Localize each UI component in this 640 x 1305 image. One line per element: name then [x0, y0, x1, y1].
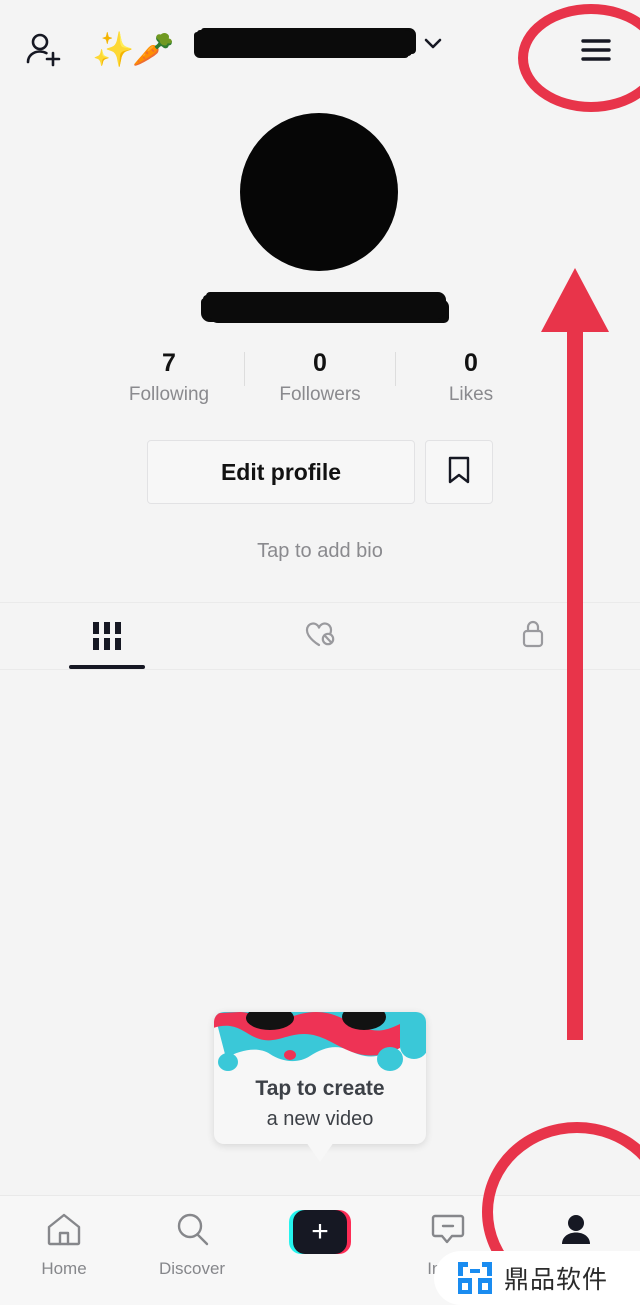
watermark-text: 鼎品软件: [504, 1266, 609, 1294]
tab-active-underline: [68, 665, 145, 669]
create-core: +: [293, 1210, 347, 1254]
avatar[interactable]: [240, 113, 398, 271]
header-right-group: [574, 28, 618, 72]
stat-following[interactable]: 7 Following: [94, 348, 244, 410]
heart-slash-icon: [303, 618, 337, 655]
app-header: ✨🥕: [0, 0, 640, 96]
username-redacted: [196, 30, 412, 56]
bio-placeholder[interactable]: Tap to add bio: [0, 540, 640, 563]
stat-value: 7: [162, 349, 176, 377]
dingpin-logo-icon: [456, 1259, 494, 1297]
stat-label: Followers: [279, 384, 361, 405]
lock-icon: [519, 618, 547, 655]
stat-label: Likes: [448, 384, 494, 405]
person-icon: [556, 1210, 596, 1253]
grid-icon: [92, 622, 121, 650]
search-icon: [172, 1210, 212, 1253]
stat-followers[interactable]: 0 Followers: [245, 348, 395, 410]
profile-stats: 7 Following 0 Followers 0 Likes: [0, 348, 640, 410]
edit-profile-button[interactable]: Edit profile: [147, 440, 415, 504]
tooltip-line2: a new video: [266, 1108, 374, 1130]
create-plus-button[interactable]: +: [289, 1210, 351, 1254]
profile-handle-redacted: [203, 295, 443, 319]
tooltip-line1: Tap to create: [255, 1077, 385, 1100]
header-username-group[interactable]: [0, 30, 640, 56]
tab-private[interactable]: [427, 603, 640, 669]
stat-likes[interactable]: 0 Likes: [396, 348, 546, 410]
nav-item-create[interactable]: +: [256, 1210, 384, 1260]
nav-item-home[interactable]: Home: [0, 1210, 128, 1279]
tooltip-pointer: [306, 1142, 334, 1162]
arrow-up-head: [541, 268, 609, 332]
phone-screen: ✨🥕 7 Following 0 Followers 0 Likes Edit …: [0, 0, 640, 1305]
nav-item-discover[interactable]: Discover: [128, 1210, 256, 1279]
chevron-down-icon[interactable]: [422, 32, 444, 54]
home-icon: [44, 1210, 84, 1253]
nav-label: Home: [41, 1259, 87, 1278]
tooltip-decoration: [214, 1012, 426, 1078]
inbox-message-icon: [428, 1210, 468, 1253]
stat-value: 0: [464, 349, 478, 377]
tooltip-text: Tap to create a new video: [214, 1074, 426, 1134]
nav-label: Discover: [158, 1259, 226, 1278]
stat-label: Following: [128, 384, 210, 405]
stat-value: 0: [313, 349, 327, 377]
tab-liked-hidden[interactable]: [213, 603, 426, 669]
bookmark-button[interactable]: [425, 440, 493, 504]
tab-posts[interactable]: [0, 603, 213, 669]
create-video-tooltip[interactable]: Tap to create a new video: [214, 1012, 426, 1144]
profile-actions: Edit profile: [0, 440, 640, 504]
hamburger-menu-icon[interactable]: [574, 28, 618, 72]
plus-icon: +: [311, 1215, 329, 1248]
watermark: 鼎品软件: [434, 1251, 640, 1305]
arrow-up-shaft: [567, 330, 583, 1040]
profile-tabs: [0, 602, 640, 670]
bookmark-icon: [446, 455, 472, 490]
